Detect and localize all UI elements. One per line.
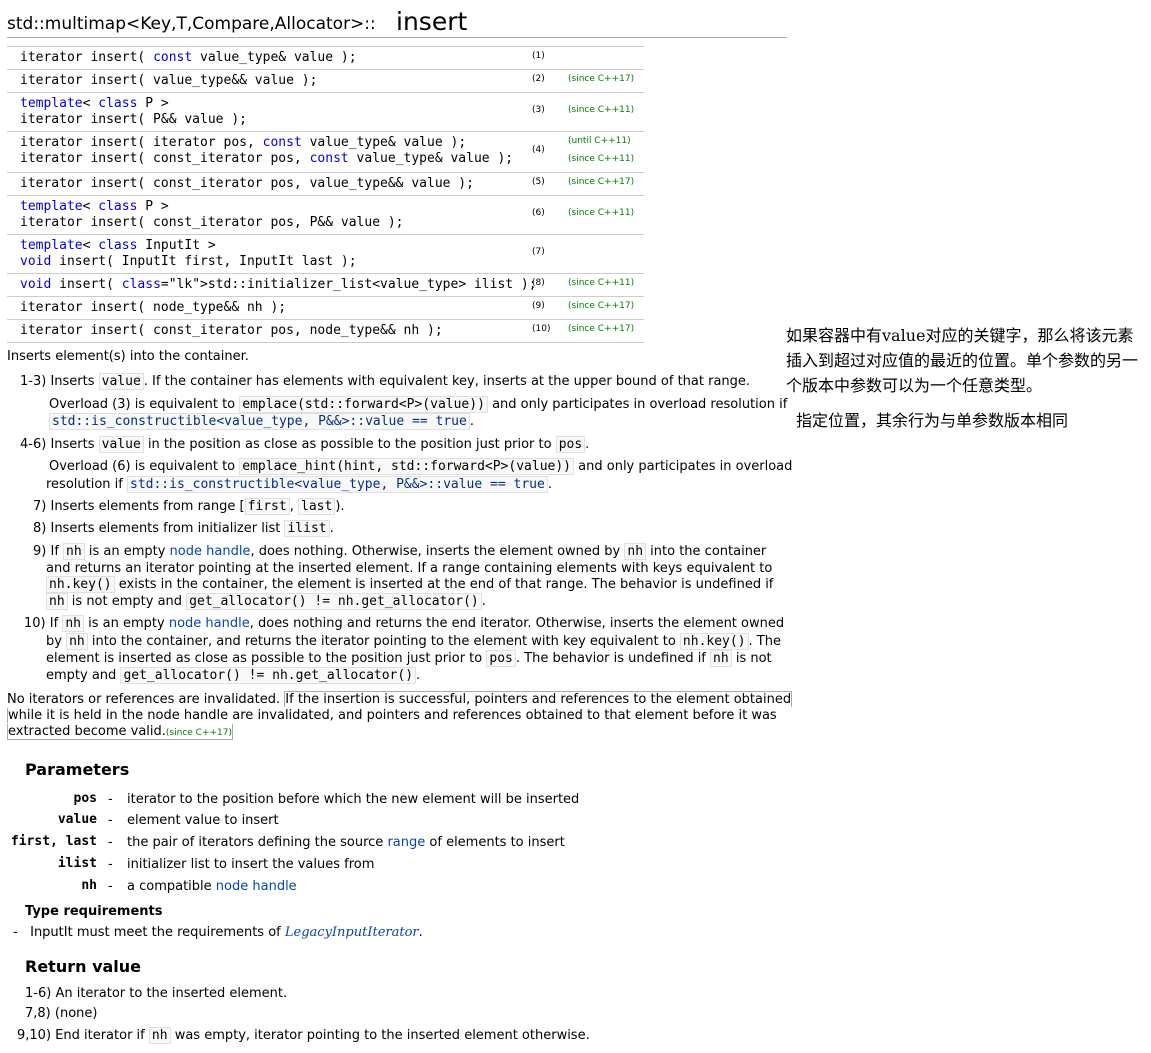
overload-6-note: Overload (6) is equivalent to emplace_hi… bbox=[49, 458, 793, 475]
type-requirement: - InputIt must meet the requirements of … bbox=[13, 925, 423, 940]
declaration-number: (7) bbox=[532, 247, 545, 257]
item-4-6: 4-6) Inserts value in the position as cl… bbox=[20, 436, 590, 453]
item-8: 8) Inserts elements from initializer lis… bbox=[33, 520, 334, 537]
invalidation-line3: extracted become valid.(since C++17) bbox=[7, 724, 234, 740]
return-item-9-10: 9,10) End iterator if nh was empty, iter… bbox=[17, 1027, 590, 1044]
declaration-row: iterator insert( node_type&& nh ); (9) (si… bbox=[7, 297, 644, 320]
declaration-row: void insert( class="lk">std::initializer… bbox=[7, 274, 644, 297]
title-name: insert bbox=[396, 7, 468, 36]
declaration-row: iterator insert( value_type&& value ); (2… bbox=[7, 70, 644, 93]
item-7: 7) Inserts elements from range [first, l… bbox=[33, 498, 345, 515]
range-link[interactable]: range bbox=[387, 835, 425, 850]
since-badge: (since C++11) bbox=[568, 208, 635, 218]
item-1-3: 1-3) Inserts value. If the container has… bbox=[20, 373, 751, 390]
declaration-number: (1) bbox=[532, 51, 545, 61]
item-9: 9) If nh is an empty node handle, does n… bbox=[33, 543, 767, 560]
declaration-code: iterator insert( const value_type& value… bbox=[20, 50, 357, 65]
since-badge: (since C++17) bbox=[165, 728, 233, 738]
item-10: 10) If nh is an empty node handle, does … bbox=[24, 615, 785, 632]
declaration-number: (8) bbox=[532, 278, 545, 288]
declaration-code: iterator insert( node_type&& nh ); bbox=[20, 300, 287, 315]
declaration-number: (6) bbox=[532, 208, 545, 218]
declaration-code: iterator insert( iterator pos, const val… bbox=[20, 135, 514, 166]
declaration-number: (4) bbox=[532, 145, 545, 155]
note-paragraph-1: 如果容器中有value对应的关键字，那么将该元素插入到超过对应值的最近的位置。单… bbox=[786, 326, 1139, 395]
since-badge: (since C++11) bbox=[568, 105, 635, 115]
declaration-row: iterator insert( const_iterator pos, val… bbox=[7, 173, 644, 196]
legacy-input-iterator-link[interactable]: LegacyInputIterator bbox=[285, 925, 419, 940]
invalidation-line2: while it is held in the node handle are … bbox=[7, 708, 777, 723]
declaration-row: iterator insert( iterator pos, const val… bbox=[7, 132, 644, 173]
since-badge: (since C++11) bbox=[568, 154, 635, 164]
intro-text: Inserts element(s) into the container. bbox=[7, 349, 249, 364]
declaration-code: iterator insert( value_type&& value ); bbox=[20, 73, 318, 88]
declaration-number: (3) bbox=[532, 105, 545, 115]
declaration-code: template< class P > iterator insert( P&&… bbox=[20, 96, 247, 127]
declaration-number: (2) bbox=[532, 74, 545, 84]
return-item-1-6: 1-6) An iterator to the inserted element… bbox=[25, 986, 288, 1001]
declaration-row: template< class P > iterator insert( con… bbox=[7, 196, 644, 235]
item-9-line3: nh.key() exists in the container, the el… bbox=[46, 576, 773, 593]
item-9-line4: nh is not empty and get_allocator() != n… bbox=[46, 593, 486, 610]
since-badge: (since C++11) bbox=[568, 278, 635, 288]
declaration-code: template< class P > iterator insert( con… bbox=[20, 199, 404, 230]
item-9-line2: and returns an iterator pointing at the … bbox=[46, 561, 773, 576]
declaration-code: template< class InputIt > void insert( I… bbox=[20, 238, 357, 269]
item-10-line4: empty and get_allocator() != nh.get_allo… bbox=[46, 667, 421, 684]
return-value-heading: Return value bbox=[25, 957, 142, 976]
node-handle-link-3[interactable]: node handle bbox=[216, 879, 297, 894]
invalidation-line1: No iterators or references are invalidat… bbox=[7, 691, 793, 707]
declarations-table: iterator insert( const value_type& value… bbox=[7, 46, 644, 343]
node-handle-link[interactable]: node handle bbox=[170, 544, 251, 559]
item-10-line2: by nh into the container, and returns th… bbox=[46, 633, 781, 650]
chinese-note: 如果容器中有value对应的关键字，那么将该元素插入到超过对应值的最近的位置。单… bbox=[786, 323, 1148, 433]
declaration-number: (9) bbox=[532, 301, 545, 311]
overload-6-note-cont: resolution if std::is_constructible<valu… bbox=[46, 476, 552, 493]
declaration-row: template< class InputIt > void insert( I… bbox=[7, 235, 644, 274]
overload-3-note-cont: std::is_constructible<value_type, P&&>::… bbox=[49, 413, 474, 430]
since-badge: (since C++17) bbox=[568, 301, 635, 311]
declaration-row: iterator insert( const_iterator pos, nod… bbox=[7, 320, 644, 343]
since-badge: (since C++17) bbox=[568, 74, 635, 84]
page-title: std::multimap<Key,T,Compare,Allocator>::… bbox=[7, 4, 787, 38]
note-paragraph-2: 指定位置，其余行为与单参数版本相同 bbox=[796, 411, 1069, 430]
type-requirements-heading: Type requirements bbox=[25, 904, 163, 919]
node-handle-link-2[interactable]: node handle bbox=[169, 616, 250, 631]
declaration-code: iterator insert( const_iterator pos, val… bbox=[20, 176, 474, 191]
item-10-line3: element is inserted as close as possible… bbox=[46, 650, 772, 667]
declaration-number: (5) bbox=[532, 177, 545, 187]
since-badge: (until C++11) bbox=[568, 136, 631, 146]
return-item-7-8: 7,8) (none) bbox=[25, 1006, 98, 1021]
declaration-row: iterator insert( const value_type& value… bbox=[7, 47, 644, 70]
declaration-number: (10) bbox=[532, 324, 551, 334]
declaration-code: void insert( class="lk">std::initializer… bbox=[20, 277, 537, 292]
overload-3-note: Overload (3) is equivalent to emplace(st… bbox=[49, 396, 788, 413]
parameters-heading: Parameters bbox=[25, 760, 130, 779]
since-badge: (since C++17) bbox=[568, 324, 635, 334]
declaration-row: template< class P > iterator insert( P&&… bbox=[7, 93, 644, 132]
since-badge: (since C++17) bbox=[568, 177, 635, 187]
title-prefix: std::multimap<Key,T,Compare,Allocator>:: bbox=[7, 14, 376, 34]
